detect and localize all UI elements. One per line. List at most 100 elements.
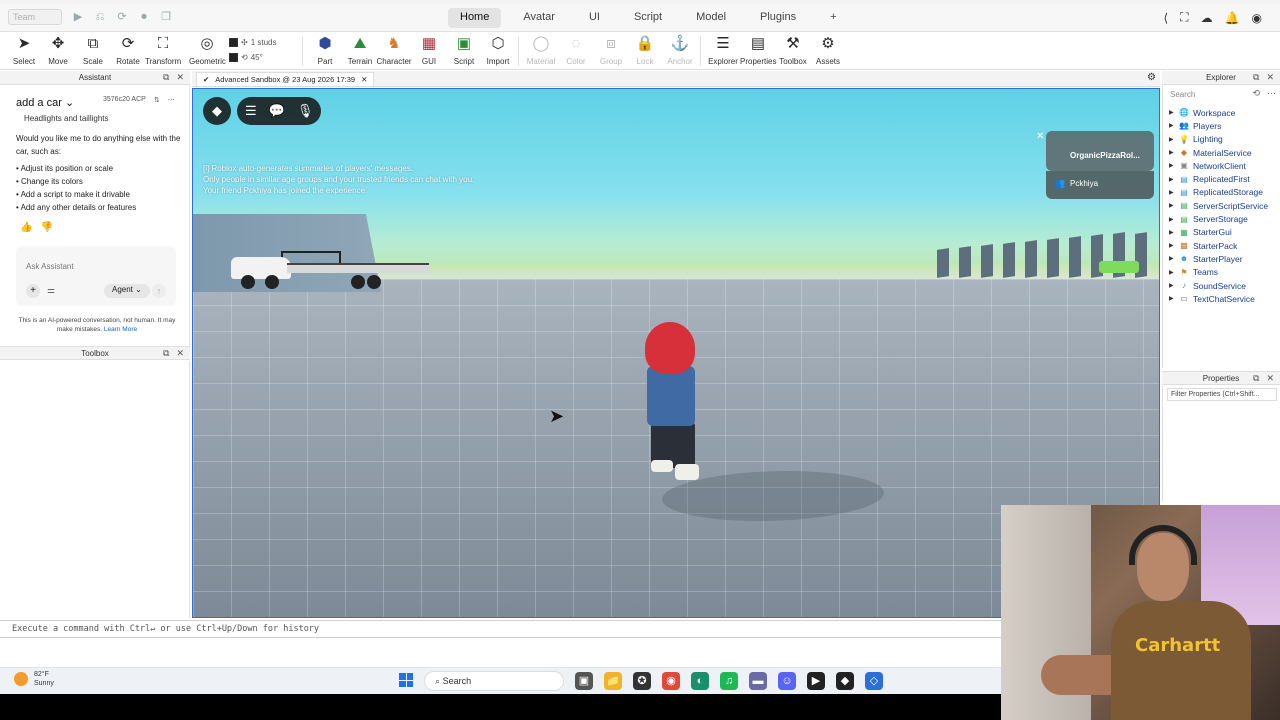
expand-arrow-icon[interactable]: ▶ xyxy=(1169,216,1175,223)
toolbox-toggle[interactable]: ⚒ Toolbox xyxy=(775,34,811,66)
green-car-model[interactable] xyxy=(1099,261,1139,273)
stop-icon[interactable]: ⏺ xyxy=(138,11,150,23)
expand-arrow-icon[interactable]: ▶ xyxy=(1169,229,1175,236)
thumbs-up-icon[interactable]: 👍 xyxy=(20,222,32,233)
expand-arrow-icon[interactable]: ▶ xyxy=(1169,149,1175,156)
explorer-item-workspace[interactable]: ▶ 🌐 Workspace xyxy=(1169,106,1268,119)
expand-arrow-icon[interactable]: ▶ xyxy=(1169,269,1175,276)
expand-arrow-icon[interactable]: ▶ xyxy=(1169,122,1175,129)
group-button[interactable]: ⧈ Group xyxy=(593,34,629,66)
send-icon[interactable]: ↑ xyxy=(152,284,166,298)
tab-ui[interactable]: UI xyxy=(577,8,612,28)
add-attachment-icon[interactable]: + xyxy=(26,284,40,298)
more-icon[interactable]: ⋯ xyxy=(168,96,175,104)
profile-icon[interactable]: ◉ xyxy=(1252,11,1262,25)
explorer-item-serverscriptservice[interactable]: ▶ ▤ ServerScriptService xyxy=(1169,199,1268,212)
truck-model[interactable] xyxy=(231,249,431,289)
undo-icon[interactable]: ⎌ xyxy=(94,11,106,23)
explorer-item-lighting[interactable]: ▶ 💡 Lighting xyxy=(1169,133,1268,146)
part-button[interactable]: ⬢ Part xyxy=(307,34,343,66)
expand-arrow-icon[interactable]: ▶ xyxy=(1169,109,1175,116)
redo-icon[interactable]: ⟳ xyxy=(116,11,128,23)
script-button[interactable]: ▣ Script xyxy=(446,34,482,66)
anchor-button[interactable]: ⚓ Anchor xyxy=(662,34,698,66)
close-icon[interactable]: ✕ xyxy=(1266,72,1274,83)
app-icon[interactable]: ▬ xyxy=(749,672,767,690)
weather-widget[interactable]: 82°F Sunny xyxy=(14,670,54,688)
explorer-item-textchatservice[interactable]: ▶ ▭ TextChatService xyxy=(1169,292,1268,305)
discord-icon[interactable]: ☺ xyxy=(778,672,796,690)
window-icon[interactable]: ❐ xyxy=(160,11,172,23)
learn-more-link[interactable]: Learn More xyxy=(104,326,137,333)
gear-icon[interactable]: ⚙ xyxy=(1147,72,1156,83)
windows-start-icon[interactable] xyxy=(399,673,413,687)
task-view-icon[interactable]: ▣ xyxy=(575,672,593,690)
history-icon[interactable]: ⟲ xyxy=(1252,88,1260,99)
rotation-snap-value[interactable]: 45° xyxy=(251,53,263,62)
mode-selector[interactable]: Agent ⌄ xyxy=(104,284,150,298)
color-button[interactable]: ◌ Color xyxy=(558,34,594,66)
roblox-icon[interactable]: ◇ xyxy=(865,672,883,690)
command-input[interactable]: Execute a command with Ctrl↵ or use Ctrl… xyxy=(12,624,319,634)
microphone-icon[interactable]: 🎙 xyxy=(297,103,314,119)
explorer-item-replicatedfirst[interactable]: ▶ ▤ ReplicatedFirst xyxy=(1169,172,1268,185)
tab-plugins[interactable]: Plugins xyxy=(748,8,808,28)
player-avatar[interactable] xyxy=(639,322,709,482)
expand-arrow-icon[interactable]: ▶ xyxy=(1169,176,1175,183)
filter-properties-input[interactable]: Filter Properties (Ctrl+Shift... xyxy=(1167,388,1277,401)
explorer-toggle[interactable]: ☰ Explorer xyxy=(705,34,741,66)
stud-snap[interactable]: ✣ 1 studs xyxy=(229,38,277,47)
cloud-icon[interactable]: ☁ xyxy=(1201,11,1213,25)
properties-toggle[interactable]: ▤ Properties xyxy=(740,34,776,66)
rotate-tool[interactable]: ⟳ Rotate xyxy=(110,34,146,66)
expand-arrow-icon[interactable]: ▶ xyxy=(1169,189,1175,196)
roblox-studio-icon[interactable]: ◆ xyxy=(836,672,854,690)
undock-icon[interactable]: ⧉ xyxy=(1253,72,1259,83)
sort-icon[interactable]: ⇅ xyxy=(154,96,160,104)
undock-icon[interactable]: ⧉ xyxy=(1253,373,1259,384)
transform-tool[interactable]: ⛶ Transform xyxy=(145,34,181,66)
undock-icon[interactable]: ⧉ xyxy=(163,72,169,83)
explorer-item-replicatedstorage[interactable]: ▶ ▤ ReplicatedStorage xyxy=(1169,186,1268,199)
stud-snap-checkbox[interactable] xyxy=(229,38,238,47)
stud-snap-value[interactable]: 1 studs xyxy=(251,38,277,47)
terrain-button[interactable]: ⛰ Terrain xyxy=(342,34,378,66)
add-tab-button[interactable]: + xyxy=(818,8,848,28)
gui-button[interactable]: ▦ GUI xyxy=(411,34,447,66)
explorer-item-starterplayer[interactable]: ▶ ☻ StarterPlayer xyxy=(1169,252,1268,265)
character-button[interactable]: ♞ Character xyxy=(376,34,412,66)
explorer-search-input[interactable]: Search xyxy=(1167,88,1277,102)
app-icon[interactable]: ✪ xyxy=(633,672,651,690)
explorer-item-teams[interactable]: ▶ ⚑ Teams xyxy=(1169,266,1268,279)
close-icon[interactable]: ✕ xyxy=(176,348,184,359)
expand-arrow-icon[interactable]: ▶ xyxy=(1169,242,1175,249)
player-list-row[interactable]: 👥 Pckhiya xyxy=(1046,171,1154,199)
collab-icon[interactable]: ⛶ xyxy=(1180,10,1188,25)
import-button[interactable]: ⬡ Import xyxy=(480,34,516,66)
expand-arrow-icon[interactable]: ▶ xyxy=(1169,255,1175,262)
close-icon[interactable]: ✕ xyxy=(361,75,367,84)
rotation-snap-checkbox[interactable] xyxy=(229,53,238,62)
play-icon[interactable]: ▶ xyxy=(72,11,84,23)
taskbar-search[interactable]: ⌕ Search xyxy=(424,671,564,691)
rotation-snap[interactable]: ⟲ 45° xyxy=(229,53,263,62)
lock-button[interactable]: 🔒 Lock xyxy=(627,34,663,66)
ask-assistant-box[interactable]: Ask Assistant + ⚌ Agent ⌄ ↑ xyxy=(16,246,176,306)
expand-arrow-icon[interactable]: ▶ xyxy=(1169,202,1175,209)
place-tab[interactable]: ✔ Advanced Sandbox @ 23 Aug 2026 17:39 ✕ xyxy=(196,72,375,86)
geometric-dropdown[interactable]: ◎ Geometric xyxy=(189,34,226,66)
explorer-item-starterpack[interactable]: ▶ ▩ StarterPack xyxy=(1169,239,1268,252)
explorer-item-serverstorage[interactable]: ▶ ▤ ServerStorage xyxy=(1169,212,1268,225)
explorer-item-players[interactable]: ▶ 👥 Players xyxy=(1169,119,1268,132)
tab-home[interactable]: Home xyxy=(448,8,502,28)
ask-input[interactable]: Ask Assistant xyxy=(26,262,74,271)
tab-model[interactable]: Model xyxy=(684,8,738,28)
edge-icon[interactable]: ◐ xyxy=(691,672,709,690)
select-tool[interactable]: ➤ Select xyxy=(6,34,42,66)
share-icon[interactable]: ⟨ xyxy=(1163,11,1168,25)
hamburger-icon[interactable]: ☰ xyxy=(245,103,257,119)
explorer-item-materialservice[interactable]: ▶ ◆ MaterialService xyxy=(1169,146,1268,159)
command-bar[interactable]: Execute a command with Ctrl↵ or use Ctrl… xyxy=(0,620,1002,638)
chrome-icon[interactable]: ◉ xyxy=(662,672,680,690)
tab-avatar[interactable]: Avatar xyxy=(511,8,567,28)
